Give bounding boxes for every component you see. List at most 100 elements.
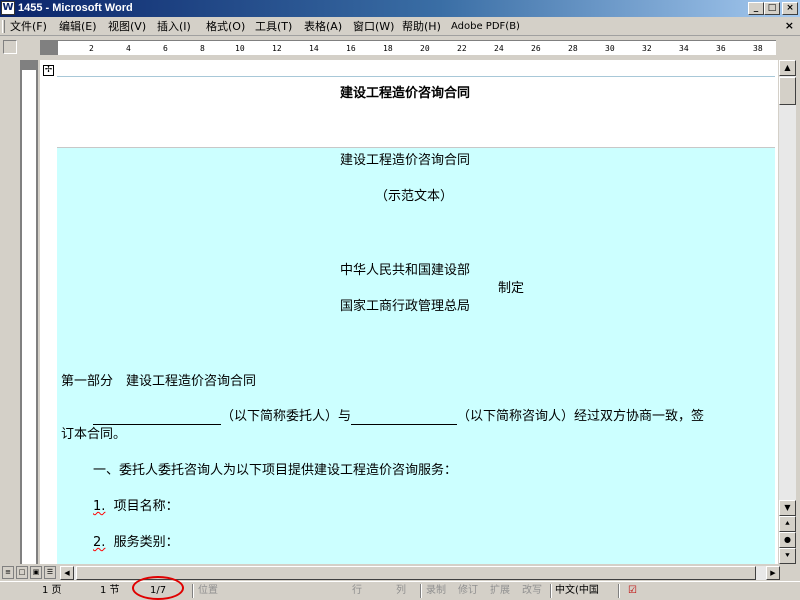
document-area[interactable]: ✢ 建设工程造价咨询合同 建设工程造价咨询合同 （示范文本） 中华人民共和国建设… <box>40 60 778 564</box>
page-header[interactable]: 建设工程造价咨询合同 <box>57 76 775 148</box>
client-blank[interactable] <box>93 411 221 425</box>
menu-adobe-pdf[interactable]: Adobe PDF(B) <box>451 19 520 34</box>
item-2-label: 服务类别： <box>113 535 179 550</box>
ruler-tick: 10 <box>235 44 245 53</box>
status-position: 位置 <box>198 585 218 596</box>
menu-tools[interactable]: 工具(T) <box>255 19 292 34</box>
vertical-ruler[interactable] <box>22 70 36 564</box>
document-title: 建设工程造价咨询合同 <box>340 153 471 168</box>
web-layout-view-icon[interactable]: □ <box>16 566 28 579</box>
annotation-ring <box>132 576 184 600</box>
ruler-tick: 28 <box>568 44 578 53</box>
horizontal-scroll-thumb[interactable] <box>76 566 756 580</box>
ruler-tick: 6 <box>163 44 168 53</box>
status-overtype[interactable]: 改写 <box>522 583 542 599</box>
table-move-handle-icon[interactable]: ✢ <box>43 65 54 76</box>
maximize-button[interactable]: □ <box>764 2 780 15</box>
status-page: 1 页 <box>42 585 62 596</box>
scroll-right-icon[interactable]: ▶ <box>766 566 780 580</box>
normal-view-icon[interactable]: ≡ <box>2 566 14 579</box>
ruler-tick: 20 <box>420 44 430 53</box>
ruler-tick: 14 <box>309 44 319 53</box>
ruler-tick: 22 <box>457 44 467 53</box>
document-page[interactable]: ✢ 建设工程造价咨询合同 建设工程造价咨询合同 （示范文本） 中华人民共和国建设… <box>40 60 778 564</box>
item-2-number: 2. <box>93 535 106 550</box>
paragraph-1-line-1: （以下简称委托人）与 （以下简称咨询人）经过双方协商一致，签 <box>93 409 704 425</box>
next-page-icon[interactable]: ⯆ <box>779 548 796 564</box>
previous-page-icon[interactable]: ⯅ <box>779 516 796 532</box>
status-bar: 1 页 1 节 1/7 位置 行 列 录制 修订 扩展 改写 中文(中国 ☑ <box>0 581 800 600</box>
ruler-tick: 8 <box>200 44 205 53</box>
ruler-tick: 38 <box>753 44 763 53</box>
minimize-button[interactable]: _ <box>748 2 764 15</box>
item-heading: 一、委托人委托咨询人为以下项目提供建设工程造价咨询服务： <box>93 463 458 478</box>
ruler-tick: 24 <box>494 44 504 53</box>
issuer-line-1: 中华人民共和国建设部 <box>340 263 471 278</box>
menu-help[interactable]: 帮助(H) <box>402 19 441 34</box>
document-close-icon[interactable]: × <box>785 19 794 32</box>
ruler-tick: 30 <box>605 44 615 53</box>
ruler-tick: 4 <box>126 44 131 53</box>
print-layout-view-icon[interactable]: ▣ <box>30 566 42 579</box>
ruler-tick: 26 <box>531 44 541 53</box>
ruler-tick: 36 <box>716 44 726 53</box>
ruler-tick: 18 <box>383 44 393 53</box>
paragraph-1-line-2: 订本合同。 <box>61 427 127 442</box>
item-1: 1. 项目名称： <box>93 499 179 515</box>
vertical-scrollbar[interactable]: ▲ ▼ ⯅ ● ⯆ <box>779 60 796 564</box>
menu-view[interactable]: 视图(V) <box>108 19 146 34</box>
para1-part-b: （以下简称咨询人）经过双方协商一致，签 <box>457 409 705 424</box>
status-section: 1 节 <box>100 585 120 596</box>
ruler-tick: 16 <box>346 44 356 53</box>
status-column: 列 <box>396 585 406 596</box>
issuer-line-2: 国家工商行政管理总局 <box>340 299 471 314</box>
tab-selector[interactable] <box>3 40 17 54</box>
document-subtitle: （示范文本） <box>375 189 454 204</box>
consultant-blank[interactable] <box>351 411 458 425</box>
ruler-tick: 34 <box>679 44 689 53</box>
horizontal-ruler-row: 2 4 6 8 10 12 14 16 18 20 22 24 26 28 30… <box>0 37 800 59</box>
scroll-down-icon[interactable]: ▼ <box>779 500 796 516</box>
menu-file[interactable]: 文件(F) <box>10 19 47 34</box>
document-body[interactable]: 建设工程造价咨询合同 （示范文本） 中华人民共和国建设部 制定 国家工商行政管理… <box>57 148 775 564</box>
para1-part-a: （以下简称委托人）与 <box>221 409 352 424</box>
scroll-up-icon[interactable]: ▲ <box>779 60 796 76</box>
menu-insert[interactable]: 插入(I) <box>157 19 191 34</box>
outline-view-icon[interactable]: ☰ <box>44 566 56 579</box>
item-1-number: 1. <box>93 499 106 514</box>
header-title: 建设工程造价咨询合同 <box>340 86 471 101</box>
menu-bar: 文件(F) 编辑(E) 视图(V) 插入(I) 格式(O) 工具(T) 表格(A… <box>0 17 800 36</box>
horizontal-ruler[interactable]: 2 4 6 8 10 12 14 16 18 20 22 24 26 28 30… <box>58 40 776 55</box>
status-language: 中文(中国 <box>555 585 599 596</box>
menu-edit[interactable]: 编辑(E) <box>59 19 97 34</box>
menu-format[interactable]: 格式(O) <box>206 19 245 34</box>
status-extend[interactable]: 扩展 <box>490 583 510 599</box>
window-title: 1455 - Microsoft Word <box>18 2 133 14</box>
ruler-tick: 32 <box>642 44 652 53</box>
select-browse-object-icon[interactable]: ● <box>779 532 796 548</box>
status-record[interactable]: 录制 <box>426 583 446 599</box>
status-separator <box>618 584 620 598</box>
item-1-label: 项目名称： <box>113 499 179 514</box>
menu-window[interactable]: 窗口(W) <box>353 19 394 34</box>
status-line: 行 <box>352 585 362 596</box>
word-app-icon[interactable]: W <box>1 1 15 15</box>
item-2: 2. 服务类别： <box>93 535 179 551</box>
part-heading: 第一部分 建设工程造价咨询合同 <box>61 374 257 389</box>
spelling-check-icon[interactable]: ☑ <box>628 583 637 599</box>
status-separator <box>192 584 194 598</box>
ruler-tick: 2 <box>89 44 94 53</box>
ruler-tick: 12 <box>272 44 282 53</box>
ruler-left-margin <box>40 40 58 55</box>
close-button[interactable]: × <box>782 2 798 15</box>
status-track-changes[interactable]: 修订 <box>458 583 478 599</box>
menu-table[interactable]: 表格(A) <box>304 19 342 34</box>
scroll-thumb[interactable] <box>779 77 796 105</box>
view-bar: ≡ □ ▣ ☰ ◀ ▶ <box>0 565 800 581</box>
status-separator <box>420 584 422 598</box>
issuer-suffix: 制定 <box>498 281 525 296</box>
title-bar: W 1455 - Microsoft Word _ □ × <box>0 0 800 17</box>
scroll-left-icon[interactable]: ◀ <box>60 566 74 580</box>
status-separator <box>550 584 552 598</box>
menu-grip[interactable] <box>2 20 5 33</box>
